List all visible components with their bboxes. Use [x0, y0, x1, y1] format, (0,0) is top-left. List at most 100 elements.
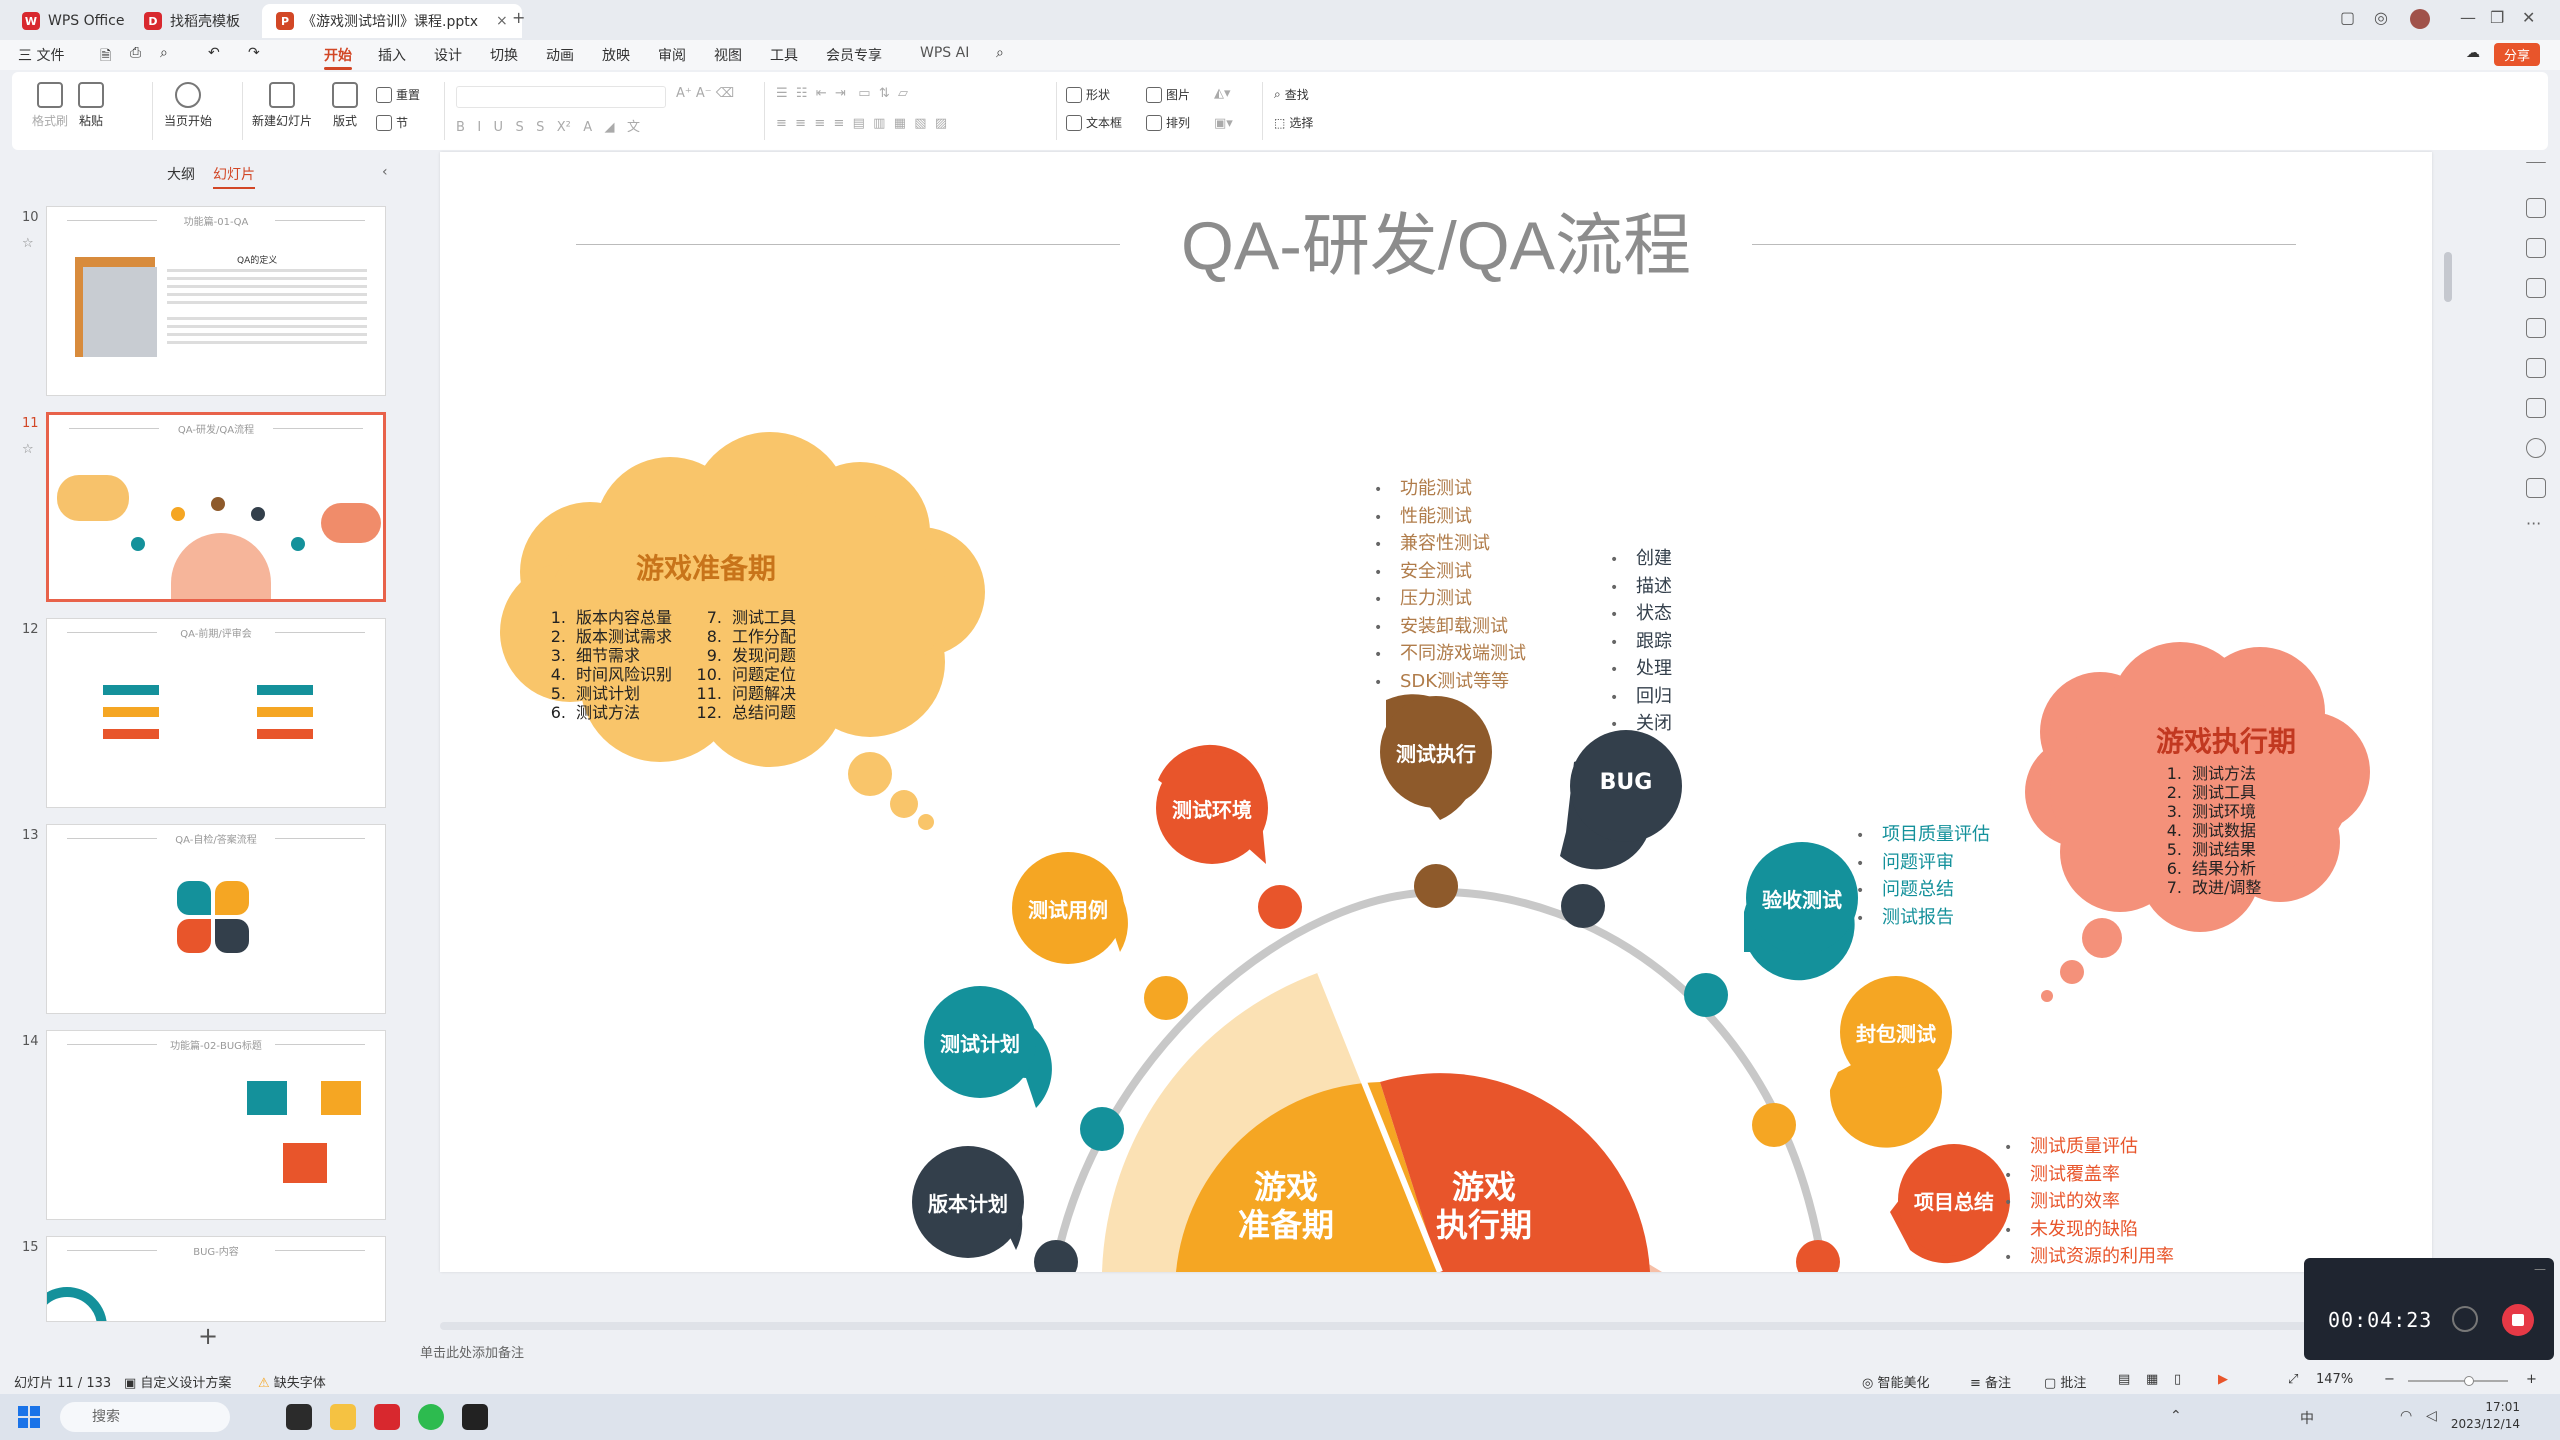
camera-icon[interactable] [2452, 1306, 2478, 1332]
scroll-thumb[interactable] [2444, 252, 2452, 302]
copy-icon[interactable] [2526, 278, 2546, 298]
zoom-slider[interactable] [2408, 1376, 2508, 1386]
zoom-level[interactable]: 147% [2316, 1372, 2353, 1387]
textbox-button[interactable]: 文本框 [1066, 114, 1122, 131]
star-icon[interactable]: ☆ [22, 442, 34, 457]
close-icon[interactable]: × [496, 13, 508, 29]
picture-button[interactable]: 图片 [1146, 86, 1190, 103]
reading-view-icon[interactable]: ▯ [2174, 1372, 2181, 1387]
menu-animation[interactable]: 动画 [546, 45, 574, 65]
slide-thumbnail-13[interactable]: QA-自检/答案流程 [46, 824, 386, 1014]
volume-icon[interactable]: ◁ [2426, 1408, 2437, 1424]
wps-app-icon[interactable] [374, 1404, 400, 1430]
stop-recording-button[interactable] [2502, 1304, 2534, 1336]
design-scheme-button[interactable]: ▣ 自定义设计方案 [124, 1372, 231, 1391]
image-icon[interactable] [2526, 318, 2546, 338]
from-current-button[interactable]: 当页开始 [164, 82, 212, 129]
tab-pptx-file[interactable]: P 《游戏测试培训》课程.pptx × [262, 4, 522, 38]
shape-button[interactable]: 形状 [1066, 86, 1110, 103]
windows-start-icon[interactable] [18, 1406, 40, 1428]
menu-review[interactable]: 审阅 [658, 45, 686, 65]
star-icon[interactable] [2526, 238, 2546, 258]
app-icon[interactable] [462, 1404, 488, 1430]
help-icon[interactable] [2526, 438, 2546, 458]
share-icon[interactable] [2526, 478, 2546, 498]
redo-icon[interactable]: ↷ [248, 45, 260, 61]
collapse-panel-icon[interactable]: ‹ [382, 164, 388, 180]
search-icon[interactable]: ⌕ [996, 45, 1004, 61]
skin-icon[interactable]: ◎ [2374, 8, 2388, 27]
slide-thumbnail-14[interactable]: 功能篇-02-BUG标题 [46, 1030, 386, 1220]
zoom-slider-thumb[interactable] [2464, 1376, 2474, 1386]
select-button[interactable]: ⬚ 选择 [1274, 114, 1313, 131]
layout-icon[interactable]: ▢ [2340, 8, 2355, 27]
outline-button[interactable]: ▣▾ [1214, 116, 1233, 131]
add-slide-button[interactable]: + [198, 1322, 218, 1350]
taskbar-search[interactable]: 搜索 [60, 1402, 230, 1432]
paste-button[interactable]: 粘贴 [78, 82, 104, 129]
arrange-button[interactable]: 排列 [1146, 114, 1190, 131]
more-icon[interactable]: ··· [2526, 514, 2541, 533]
tray-expand-icon[interactable]: ⌃ [2170, 1408, 2182, 1424]
minimize-icon[interactable]: — [2534, 1262, 2546, 1276]
file-explorer-icon[interactable] [330, 1404, 356, 1430]
align-buttons[interactable]: ≡ ≡ ≡ ≡ ▤ ▥ ▦ ▧ ▨ [776, 116, 947, 131]
menu-view[interactable]: 视图 [714, 45, 742, 65]
fit-icon[interactable]: ⤢ [2288, 1372, 2298, 1387]
print-icon[interactable]: ⎙ [130, 45, 141, 61]
menu-design[interactable]: 设计 [434, 45, 462, 65]
minimize-icon[interactable]: — [2460, 8, 2476, 27]
smart-beautify-button[interactable]: ◎ 智能美化 [1862, 1372, 1930, 1391]
section-button[interactable]: 节 [376, 114, 408, 131]
notes-placeholder[interactable]: 单击此处添加备注 [420, 1342, 524, 1361]
menu-insert[interactable]: 插入 [378, 45, 406, 65]
normal-view-icon[interactable]: ▤ [2118, 1372, 2130, 1387]
tab-docer-templates[interactable]: D 找稻壳模板 [130, 4, 254, 38]
close-window-icon[interactable]: ✕ [2522, 8, 2535, 27]
language-icon[interactable]: 中 [2300, 1408, 2314, 1428]
minimize-pane-icon[interactable] [2526, 162, 2546, 164]
slideshow-icon[interactable]: ▶ [2218, 1372, 2228, 1387]
slide-thumbnail-11[interactable]: QA-研发/QA流程 [46, 412, 386, 602]
menu-home[interactable]: 开始 [324, 45, 352, 70]
paragraph-buttons[interactable]: ☰ ☷ ⇤ ⇥ ▭ ⇅ ▱ [776, 86, 908, 101]
slide-sorter-icon[interactable]: ▦ [2146, 1372, 2158, 1387]
star-icon[interactable]: ☆ [22, 236, 34, 251]
find-button[interactable]: ⌕ 查找 [1274, 86, 1309, 103]
font-family-select[interactable] [456, 86, 666, 108]
zoom-in-icon[interactable]: + [2526, 1372, 2537, 1387]
tab-wps-office[interactable]: W WPS Office [8, 4, 139, 38]
save-icon[interactable]: 🗎 [100, 45, 111, 69]
tools-icon[interactable] [2526, 358, 2546, 378]
font-style-buttons[interactable]: B I U S S X² A ◢ 文 [456, 116, 640, 135]
comments-button[interactable]: ▢ 批注 [2044, 1372, 2086, 1391]
tab-slides[interactable]: 幻灯片 [213, 164, 255, 189]
wps-ai-button[interactable]: WPS AI [920, 45, 969, 61]
menu-transition[interactable]: 切换 [490, 45, 518, 65]
avatar[interactable] [2410, 9, 2430, 29]
wechat-icon[interactable] [418, 1404, 444, 1430]
layout-button[interactable]: 版式 [332, 82, 358, 129]
undo-icon[interactable]: ↶ [208, 45, 220, 61]
new-slide-button[interactable]: 新建幻灯片 [252, 82, 312, 129]
vertical-scrollbar[interactable] [2444, 152, 2452, 1302]
cloud-icon[interactable]: ☁ [2466, 45, 2480, 61]
font-size-buttons[interactable]: A⁺ A⁻ ⌫ [676, 86, 734, 101]
task-view-icon[interactable] [286, 1404, 312, 1430]
menu-slideshow[interactable]: 放映 [602, 45, 630, 65]
restore-icon[interactable]: ❐ [2490, 8, 2504, 27]
menu-member[interactable]: 会员专享 [826, 45, 882, 65]
menu-tools[interactable]: 工具 [770, 45, 798, 65]
slide-canvas[interactable]: QA-研发/QA流程 游戏准备期 1. 版本内容总量 2. 版本测试需求 3. … [440, 152, 2432, 1272]
reset-button[interactable]: 重置 [376, 86, 420, 103]
format-painter-button[interactable]: 格式刷 [32, 82, 68, 129]
zoom-out-icon[interactable]: − [2384, 1372, 2395, 1387]
missing-font-button[interactable]: ⚠ 缺失字体 [258, 1372, 326, 1391]
taskbar-clock[interactable]: 17:01 2023/12/14 [2451, 1399, 2520, 1433]
share-button[interactable]: 分享 [2494, 43, 2541, 66]
slide-thumbnail-15[interactable]: BUG-内容 [46, 1236, 386, 1322]
new-tab-icon[interactable]: + [512, 8, 525, 27]
slide-thumbnail-10[interactable]: 功能篇-01-QA QA的定义 [46, 206, 386, 396]
horizontal-scrollbar[interactable] [440, 1322, 2400, 1330]
book-icon[interactable] [2526, 398, 2546, 418]
